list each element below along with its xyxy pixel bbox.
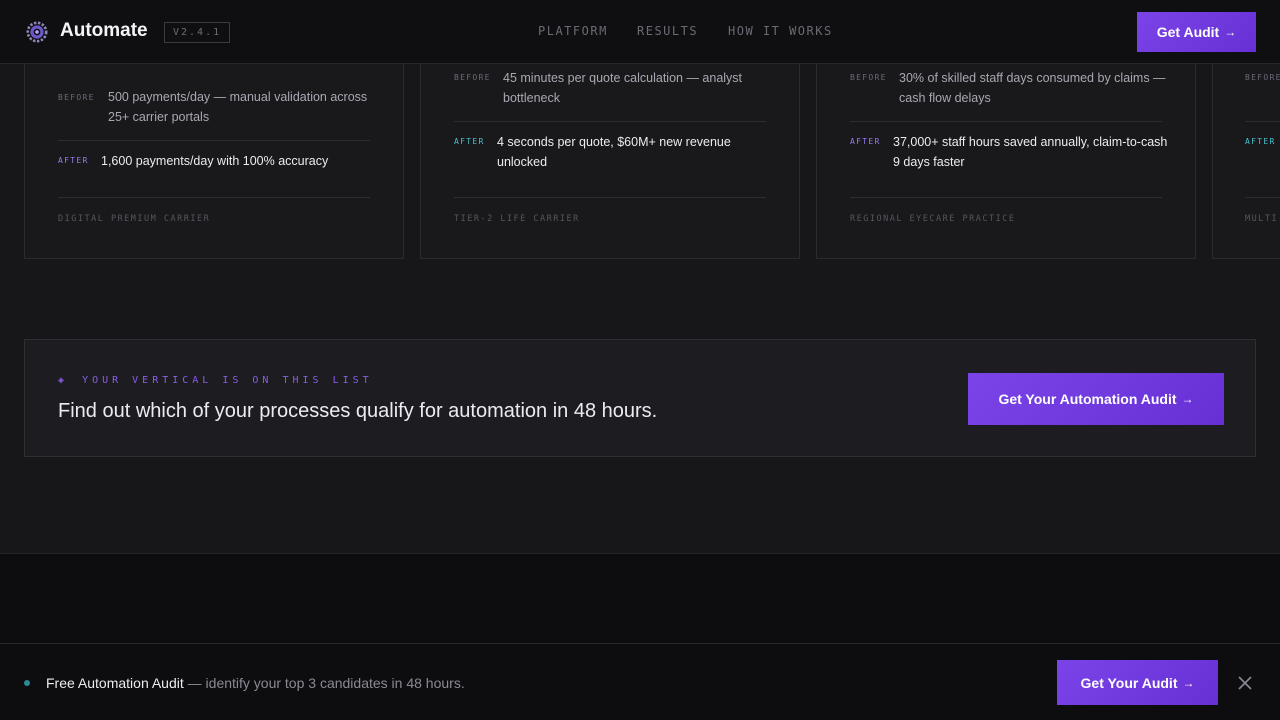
card-divider: [1245, 121, 1280, 122]
card-divider: [454, 197, 766, 198]
arrow-right-icon: →: [1182, 675, 1195, 690]
before-label: BEFORE: [454, 73, 491, 82]
arrow-right-icon: →: [1224, 25, 1237, 39]
card-tag: MULTI-: [1245, 214, 1280, 224]
cta-eyebrow: ◈ YOUR VERTICAL IS ON THIS LIST: [58, 375, 373, 386]
after-text: 1,600 payments/day with 100% accuracy: [101, 154, 329, 168]
after-label: AFTER: [454, 137, 485, 146]
cta-eyebrow-text: YOUR VERTICAL IS ON THIS LIST: [82, 375, 373, 386]
get-audit-label: Get Audit: [1156, 24, 1220, 40]
nav-results[interactable]: RESULTS: [637, 24, 698, 38]
audit-bar-strong: Free Automation Audit: [46, 675, 184, 691]
card-divider: [850, 121, 1162, 122]
card-tag: DIGITAL PREMIUM CARRIER: [58, 214, 211, 224]
top-nav: Automate V2.4.1 PLATFORM RESULTS HOW IT …: [0, 0, 1280, 64]
before-label: BEFORE: [850, 73, 887, 82]
audit-bar-text: Free Automation Audit — identify your to…: [46, 675, 465, 691]
cta-button-label: Get Your Automation Audit: [998, 391, 1177, 407]
cta-title: Find out which of your processes qualify…: [58, 400, 658, 422]
before-text: 45 minutes per quote calculation — analy…: [503, 71, 743, 105]
after-label: AFTER: [58, 156, 89, 165]
version-badge: V2.4.1: [164, 22, 231, 43]
after-label: AFTER: [1245, 137, 1276, 146]
after-text: 37,000+ staff hours saved annually, clai…: [893, 135, 1168, 169]
audit-bar-rest: — identify your top 3 candidates in 48 h…: [183, 675, 465, 691]
after-text: 4 seconds per quote, $60M+ new revenue u…: [497, 135, 731, 169]
close-icon[interactable]: [1235, 673, 1255, 693]
diamond-icon: ◈: [58, 375, 69, 386]
after-label: AFTER: [850, 137, 881, 146]
nav-how-it-works[interactable]: HOW IT WORKS: [728, 24, 833, 38]
gear-logo-icon[interactable]: [26, 21, 48, 43]
before-label: BEFORE: [1245, 73, 1280, 82]
sticky-audit-bar: Free Automation Audit — identify your to…: [0, 643, 1280, 720]
get-your-audit-button[interactable]: Get Your Audit →: [1057, 660, 1218, 705]
card-divider: [58, 140, 370, 141]
before-text: 500 payments/day — manual validation acr…: [108, 90, 368, 124]
cta-panel: ◈ YOUR VERTICAL IS ON THIS LIST Find out…: [24, 339, 1256, 457]
nav-platform[interactable]: PLATFORM: [538, 24, 608, 38]
bar-button-label: Get Your Audit: [1080, 674, 1178, 691]
card-tag: TIER-2 LIFE CARRIER: [454, 214, 580, 224]
brand-name[interactable]: Automate: [60, 20, 148, 42]
card-divider: [454, 121, 766, 122]
before-text: 30% of skilled staff days consumed by cl…: [899, 71, 1166, 105]
get-audit-button[interactable]: Get Audit →: [1137, 12, 1256, 52]
status-dot-icon: [24, 680, 30, 686]
get-automation-audit-button[interactable]: Get Your Automation Audit →: [968, 373, 1224, 425]
arrow-right-icon: →: [1181, 392, 1194, 406]
card-divider: [1245, 197, 1280, 198]
before-label: BEFORE: [58, 93, 95, 102]
card-divider: [58, 197, 370, 198]
card-divider: [850, 197, 1162, 198]
card-tag: REGIONAL EYECARE PRACTICE: [850, 214, 1016, 224]
